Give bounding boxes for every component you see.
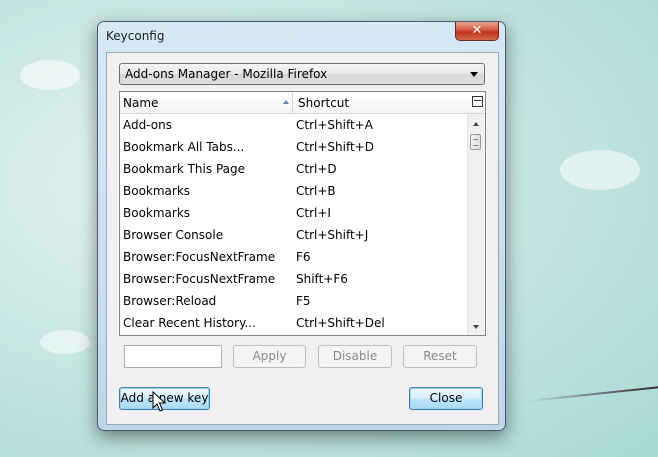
list-item-shortcut: Ctrl+D [296, 162, 337, 176]
window-select-dropdown[interactable]: Add-ons Manager - Mozilla Firefox [119, 63, 485, 85]
background-streak [527, 385, 658, 402]
background-speckle [40, 330, 90, 354]
column-header-name[interactable]: Name [123, 96, 158, 110]
list-item-name: Bookmarks [123, 206, 191, 220]
sort-ascending-icon [283, 100, 289, 104]
key-input[interactable] [124, 345, 222, 368]
background-speckle [20, 60, 80, 90]
list-item-name: Add-ons [123, 118, 172, 132]
shortcut-list[interactable]: Name Shortcut Add-ons Ctrl+Shift+A Bookmar… [119, 91, 486, 336]
disable-button[interactable]: Disable [318, 345, 392, 368]
list-item-name: Bookmark All Tabs... [123, 140, 245, 154]
vertical-scrollbar[interactable] [467, 114, 485, 335]
list-item[interactable]: Bookmark This Page Ctrl+D [120, 158, 469, 180]
list-item-shortcut: Shift+F6 [296, 272, 348, 286]
list-item[interactable]: Add-ons Ctrl+Shift+A [120, 114, 469, 136]
list-item[interactable]: Bookmarks Ctrl+B [120, 180, 469, 202]
reset-button[interactable]: Reset [403, 345, 477, 368]
list-item-name: Bookmark This Page [123, 162, 245, 176]
list-item-shortcut: Ctrl+Shift+Del [296, 316, 385, 330]
column-picker-icon[interactable] [472, 96, 483, 107]
close-button[interactable]: Close [409, 387, 483, 410]
list-item-name: Clear Recent History... [123, 316, 256, 330]
list-item-shortcut: Ctrl+Shift+A [296, 118, 373, 132]
list-item[interactable]: Browser:FocusNextFrame Shift+F6 [120, 268, 469, 290]
list-item-shortcut: Ctrl+B [296, 184, 336, 198]
window-select-value: Add-ons Manager - Mozilla Firefox [125, 67, 328, 81]
chevron-down-icon[interactable] [470, 72, 478, 77]
list-item-name: Browser:FocusNextFrame [123, 272, 276, 286]
list-item-name: Browser Console [123, 228, 224, 242]
list-item[interactable]: Browser:Reload F5 [120, 290, 469, 312]
list-item-name: Browser:Reload [123, 294, 217, 308]
background-speckle [560, 150, 640, 190]
column-header-shortcut[interactable]: Shortcut [298, 96, 349, 110]
dialog-client-area: Add-ons Manager - Mozilla Firefox Name S… [106, 52, 499, 425]
list-item-shortcut: Ctrl+Shift+D [296, 140, 374, 154]
mouse-pointer-icon [152, 391, 166, 412]
list-item-shortcut: F5 [296, 294, 311, 308]
scroll-down-icon[interactable] [473, 325, 479, 329]
apply-button[interactable]: Apply [233, 345, 306, 368]
scroll-up-icon[interactable] [473, 122, 479, 126]
list-item[interactable]: Browser Console Ctrl+Shift+J [120, 224, 469, 246]
scrollbar-thumb[interactable] [470, 134, 481, 150]
window-title: Keyconfig [106, 29, 165, 43]
window-close-icon[interactable]: ✕ [455, 22, 499, 41]
list-item-shortcut: Ctrl+Shift+J [296, 228, 369, 242]
column-divider[interactable] [292, 92, 293, 113]
list-item[interactable]: Bookmark All Tabs... Ctrl+Shift+D [120, 136, 469, 158]
list-item[interactable]: Bookmarks Ctrl+I [120, 202, 469, 224]
list-item-shortcut: F6 [296, 250, 311, 264]
list-item-name: Bookmarks [123, 184, 191, 198]
list-item[interactable]: Browser:FocusNextFrame F6 [120, 246, 469, 268]
list-rows: Add-ons Ctrl+Shift+A Bookmark All Tabs... C… [120, 114, 469, 334]
keyconfig-dialog: Keyconfig ✕ Add-ons Manager - Mozilla Fi… [97, 21, 506, 431]
list-header: Name Shortcut [120, 92, 485, 114]
list-item[interactable]: Clear Recent History... Ctrl+Shift+Del [120, 312, 469, 334]
list-item-name: Browser:FocusNextFrame [123, 250, 276, 264]
list-item-shortcut: Ctrl+I [296, 206, 331, 220]
